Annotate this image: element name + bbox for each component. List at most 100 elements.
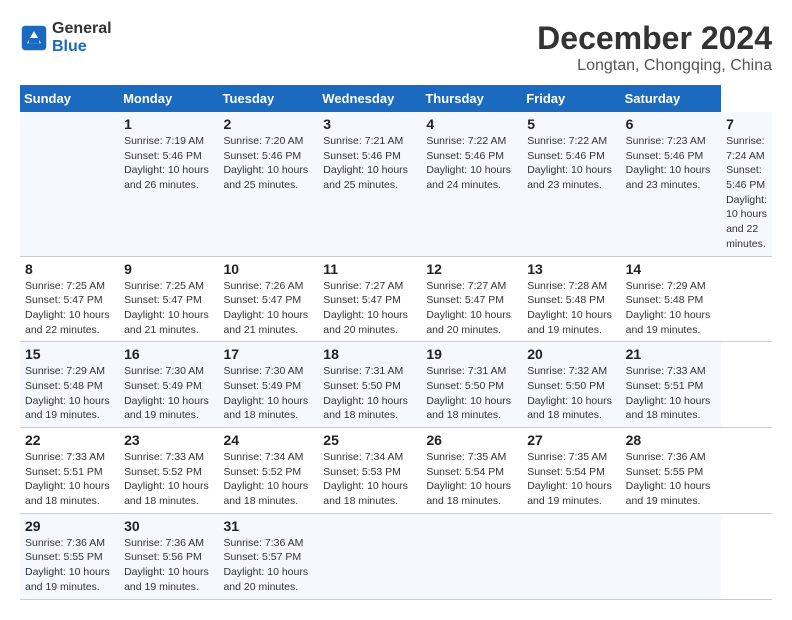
calendar-cell: 7Sunrise: 7:24 AM Sunset: 5:46 PM Daylig… (721, 112, 772, 256)
day-number: 23 (124, 432, 213, 448)
calendar-cell: 21Sunrise: 7:33 AM Sunset: 5:51 PM Dayli… (621, 342, 721, 428)
day-number: 19 (426, 346, 517, 362)
calendar-cell: 26 Sunrise: 7:35 AM Sunset: 5:54 PM Dayli… (421, 428, 522, 514)
calendar-cell: 28Sunrise: 7:36 AM Sunset: 5:55 PM Dayli… (621, 428, 721, 514)
day-info: Sunrise: 7:31 AM Sunset: 5:50 PM Dayligh… (426, 364, 517, 423)
day-info: Sunrise: 7:34 AM Sunset: 5:52 PM Dayligh… (223, 450, 313, 509)
day-info: Sunrise: 7:36 AM Sunset: 5:56 PM Dayligh… (124, 536, 213, 595)
column-header-saturday: Saturday (621, 85, 721, 112)
day-number: 15 (25, 346, 114, 362)
calendar-cell: 16 Sunrise: 7:30 AM Sunset: 5:49 PM Dayli… (119, 342, 218, 428)
day-number: 20 (527, 346, 615, 362)
day-info: Sunrise: 7:35 AM Sunset: 5:54 PM Dayligh… (426, 450, 517, 509)
location: Longtan, Chongqing, China (537, 57, 772, 75)
month-title: December 2024 (537, 20, 772, 57)
calendar-cell: 1 Sunrise: 7:19 AM Sunset: 5:46 PM Daylig… (119, 112, 218, 256)
calendar-cell: 17 Sunrise: 7:30 AM Sunset: 5:49 PM Dayli… (218, 342, 318, 428)
calendar-header-row: SundayMondayTuesdayWednesdayThursdayFrid… (20, 85, 772, 112)
day-info: Sunrise: 7:35 AM Sunset: 5:54 PM Dayligh… (527, 450, 615, 509)
day-info: Sunrise: 7:19 AM Sunset: 5:46 PM Dayligh… (124, 134, 213, 193)
calendar-week-5: 29 Sunrise: 7:36 AM Sunset: 5:55 PM Dayli… (20, 513, 772, 599)
day-info: Sunrise: 7:36 AM Sunset: 5:55 PM Dayligh… (25, 536, 114, 595)
day-number: 2 (223, 116, 313, 132)
logo: General Blue (20, 20, 112, 56)
day-number: 31 (223, 518, 313, 534)
day-number: 13 (527, 261, 615, 277)
calendar-cell: 22Sunrise: 7:33 AM Sunset: 5:51 PM Dayli… (20, 428, 119, 514)
day-number: 10 (223, 261, 313, 277)
title-block: December 2024 Longtan, Chongqing, China (537, 20, 772, 75)
calendar-cell: 6 Sunrise: 7:23 AM Sunset: 5:46 PM Daylig… (621, 112, 721, 256)
day-info: Sunrise: 7:29 AM Sunset: 5:48 PM Dayligh… (25, 364, 114, 423)
calendar-cell: 11 Sunrise: 7:27 AM Sunset: 5:47 PM Dayli… (318, 256, 421, 342)
day-number: 17 (223, 346, 313, 362)
day-number: 11 (323, 261, 416, 277)
calendar-cell (421, 513, 522, 599)
day-number: 14 (626, 261, 716, 277)
calendar-cell: 5 Sunrise: 7:22 AM Sunset: 5:46 PM Daylig… (522, 112, 620, 256)
calendar-cell: 31 Sunrise: 7:36 AM Sunset: 5:57 PM Dayli… (218, 513, 318, 599)
column-header-sunday: Sunday (20, 85, 119, 112)
calendar-cell: 30 Sunrise: 7:36 AM Sunset: 5:56 PM Dayli… (119, 513, 218, 599)
day-info: Sunrise: 7:25 AM Sunset: 5:47 PM Dayligh… (124, 279, 213, 338)
calendar-cell: 13 Sunrise: 7:28 AM Sunset: 5:48 PM Dayli… (522, 256, 620, 342)
calendar-cell: 18 Sunrise: 7:31 AM Sunset: 5:50 PM Dayli… (318, 342, 421, 428)
day-info: Sunrise: 7:34 AM Sunset: 5:53 PM Dayligh… (323, 450, 416, 509)
calendar-cell: 4 Sunrise: 7:22 AM Sunset: 5:46 PM Daylig… (421, 112, 522, 256)
day-number: 1 (124, 116, 213, 132)
day-info: Sunrise: 7:36 AM Sunset: 5:57 PM Dayligh… (223, 536, 313, 595)
column-header-friday: Friday (522, 85, 620, 112)
day-info: Sunrise: 7:25 AM Sunset: 5:47 PM Dayligh… (25, 279, 114, 338)
day-info: Sunrise: 7:30 AM Sunset: 5:49 PM Dayligh… (223, 364, 313, 423)
day-number: 30 (124, 518, 213, 534)
day-info: Sunrise: 7:27 AM Sunset: 5:47 PM Dayligh… (323, 279, 416, 338)
day-info: Sunrise: 7:28 AM Sunset: 5:48 PM Dayligh… (527, 279, 615, 338)
day-info: Sunrise: 7:32 AM Sunset: 5:50 PM Dayligh… (527, 364, 615, 423)
day-info: Sunrise: 7:23 AM Sunset: 5:46 PM Dayligh… (626, 134, 716, 193)
calendar-week-3: 15 Sunrise: 7:29 AM Sunset: 5:48 PM Dayli… (20, 342, 772, 428)
day-number: 25 (323, 432, 416, 448)
column-header-tuesday: Tuesday (218, 85, 318, 112)
calendar-cell: 15 Sunrise: 7:29 AM Sunset: 5:48 PM Dayli… (20, 342, 119, 428)
day-info: Sunrise: 7:22 AM Sunset: 5:46 PM Dayligh… (426, 134, 517, 193)
calendar-week-4: 22Sunrise: 7:33 AM Sunset: 5:51 PM Dayli… (20, 428, 772, 514)
page-header: General Blue December 2024 Longtan, Chon… (20, 20, 772, 75)
calendar-cell (522, 513, 620, 599)
day-info: Sunrise: 7:22 AM Sunset: 5:46 PM Dayligh… (527, 134, 615, 193)
calendar-cell (621, 513, 721, 599)
day-number: 29 (25, 518, 114, 534)
day-number: 26 (426, 432, 517, 448)
day-number: 3 (323, 116, 416, 132)
day-number: 12 (426, 261, 517, 277)
calendar-cell: 8Sunrise: 7:25 AM Sunset: 5:47 PM Daylig… (20, 256, 119, 342)
day-info: Sunrise: 7:33 AM Sunset: 5:52 PM Dayligh… (124, 450, 213, 509)
calendar-cell: 19 Sunrise: 7:31 AM Sunset: 5:50 PM Dayli… (421, 342, 522, 428)
column-header-wednesday: Wednesday (318, 85, 421, 112)
logo-text: General Blue (52, 20, 112, 56)
day-number: 18 (323, 346, 416, 362)
calendar-cell: 27 Sunrise: 7:35 AM Sunset: 5:54 PM Dayli… (522, 428, 620, 514)
column-header-thursday: Thursday (421, 85, 522, 112)
day-info: Sunrise: 7:31 AM Sunset: 5:50 PM Dayligh… (323, 364, 416, 423)
day-info: Sunrise: 7:21 AM Sunset: 5:46 PM Dayligh… (323, 134, 416, 193)
day-number: 27 (527, 432, 615, 448)
day-number: 6 (626, 116, 716, 132)
day-number: 5 (527, 116, 615, 132)
day-info: Sunrise: 7:24 AM Sunset: 5:46 PM Dayligh… (726, 134, 767, 252)
day-info: Sunrise: 7:27 AM Sunset: 5:47 PM Dayligh… (426, 279, 517, 338)
calendar-cell: 3 Sunrise: 7:21 AM Sunset: 5:46 PM Daylig… (318, 112, 421, 256)
calendar-cell: 12 Sunrise: 7:27 AM Sunset: 5:47 PM Dayli… (421, 256, 522, 342)
day-number: 22 (25, 432, 114, 448)
day-info: Sunrise: 7:26 AM Sunset: 5:47 PM Dayligh… (223, 279, 313, 338)
calendar-cell: 25 Sunrise: 7:34 AM Sunset: 5:53 PM Dayli… (318, 428, 421, 514)
calendar-cell: 10 Sunrise: 7:26 AM Sunset: 5:47 PM Dayli… (218, 256, 318, 342)
calendar-cell: 20 Sunrise: 7:32 AM Sunset: 5:50 PM Dayli… (522, 342, 620, 428)
day-info: Sunrise: 7:29 AM Sunset: 5:48 PM Dayligh… (626, 279, 716, 338)
day-info: Sunrise: 7:30 AM Sunset: 5:49 PM Dayligh… (124, 364, 213, 423)
calendar-cell (318, 513, 421, 599)
calendar-cell (20, 112, 119, 256)
day-number: 16 (124, 346, 213, 362)
day-number: 4 (426, 116, 517, 132)
calendar-cell: 24Sunrise: 7:34 AM Sunset: 5:52 PM Dayli… (218, 428, 318, 514)
calendar-week-1: 1 Sunrise: 7:19 AM Sunset: 5:46 PM Daylig… (20, 112, 772, 256)
